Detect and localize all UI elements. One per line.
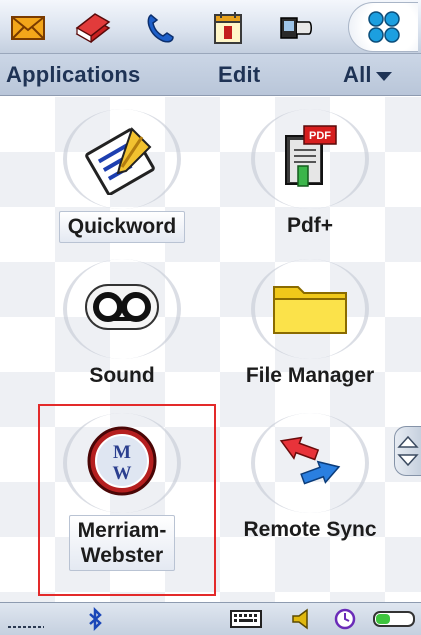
app-tab-strip: [0, 0, 421, 54]
app-label: Pdf+: [286, 214, 334, 237]
menu-applications[interactable]: Applications: [6, 62, 140, 88]
app-label: Quickword: [58, 211, 186, 243]
scroll-control[interactable]: [394, 426, 421, 476]
tab-connectivity[interactable]: [270, 6, 322, 50]
app-remote-sync[interactable]: Remote Sync: [210, 413, 410, 545]
tab-phone[interactable]: [134, 6, 186, 50]
mail-icon: [11, 16, 45, 40]
applications-grid-icon: [367, 11, 400, 43]
app-quickword[interactable]: Quickword: [22, 109, 222, 243]
menu-bar: Applications Edit All: [0, 54, 421, 96]
folder-icon: [273, 286, 347, 334]
app-pdf[interactable]: PDF Pdf+: [210, 109, 410, 241]
tab-applications[interactable]: [348, 2, 418, 52]
app-file-manager[interactable]: File Manager: [210, 259, 410, 391]
battery-icon: [372, 607, 418, 631]
clock-icon[interactable]: [333, 607, 357, 631]
keyboard-icon[interactable]: [230, 607, 262, 631]
tab-mail[interactable]: [2, 6, 54, 50]
tab-books[interactable]: [67, 6, 119, 50]
remote-sync-icon: [279, 436, 341, 485]
app-label: Sound: [89, 364, 155, 387]
books-icon: [75, 13, 111, 44]
app-label: File Manager: [245, 364, 375, 387]
pdf-icon: PDF: [285, 125, 337, 187]
phone-icon: [147, 14, 174, 43]
filter-dropdown[interactable]: All: [343, 62, 392, 88]
status-bar: [0, 602, 421, 635]
chevron-down-icon: [375, 72, 392, 81]
scroll-arrows-icon: [397, 435, 419, 467]
calendar-icon: [214, 12, 242, 44]
bluetooth-icon: [86, 607, 106, 631]
app-sound[interactable]: Sound: [22, 259, 222, 391]
tab-calendar[interactable]: [202, 6, 254, 50]
application-grid: Quickword PDF Pdf+ Sound File Manager M …: [0, 97, 421, 602]
menu-edit[interactable]: Edit: [218, 62, 260, 88]
volume-icon[interactable]: [290, 607, 314, 631]
quickword-icon: [85, 127, 155, 195]
app-label: Remote Sync: [243, 518, 377, 541]
filter-label: All: [343, 62, 372, 87]
selection-highlight: [38, 404, 216, 596]
sound-recorder-icon: [85, 284, 159, 330]
signal-indicator: [6, 607, 46, 631]
svg-text:PDF: PDF: [309, 130, 331, 142]
connectivity-icon: [280, 17, 312, 39]
